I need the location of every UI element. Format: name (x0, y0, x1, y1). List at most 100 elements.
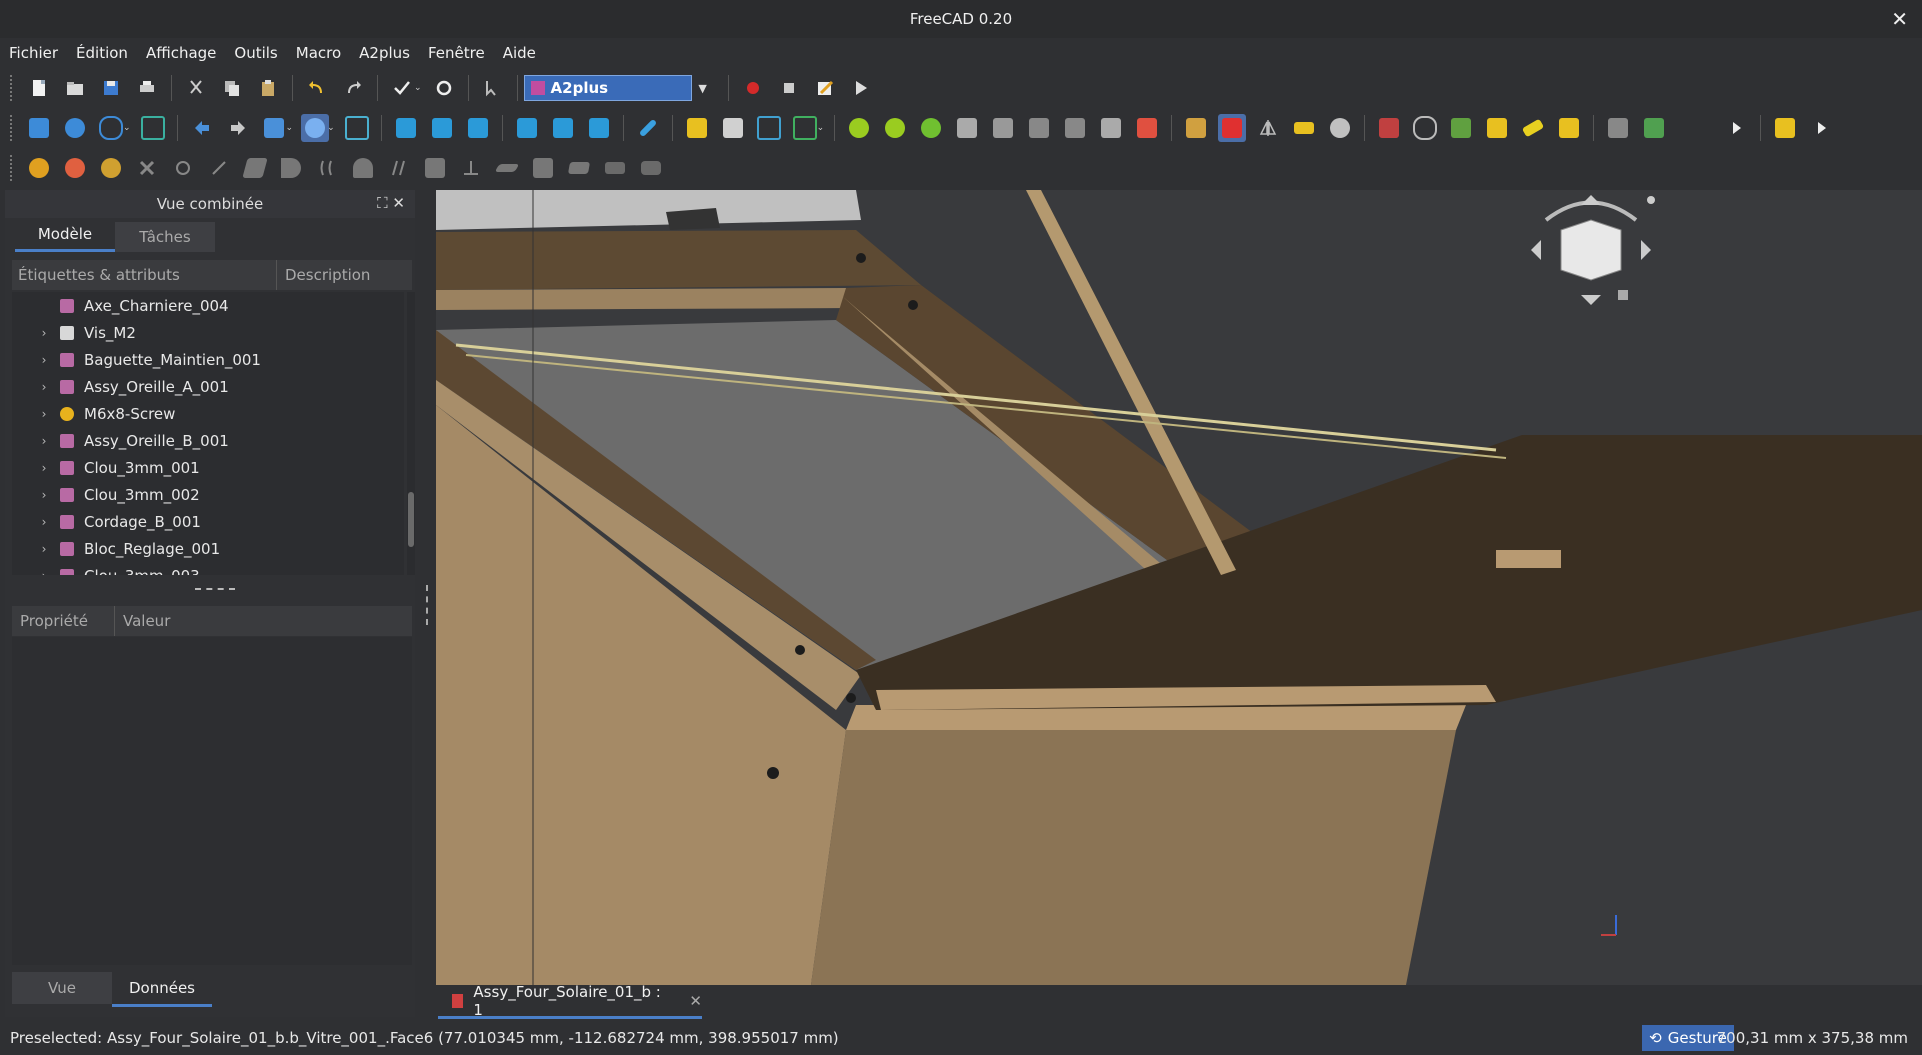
tree-item[interactable]: › Clou_3mm_003 (12, 562, 404, 575)
macro-record-button[interactable] (739, 74, 767, 102)
a2p-explode-button[interactable] (989, 114, 1017, 142)
nav-menu-dot[interactable] (1647, 196, 1655, 204)
tree-item[interactable]: › Baguette_Maintien_001 (12, 346, 404, 373)
scrollbar-thumb[interactable] (408, 492, 414, 547)
refresh-check-button[interactable] (388, 74, 416, 102)
a2p-flip-button[interactable] (1254, 114, 1282, 142)
tool-7-button[interactable] (241, 154, 269, 182)
chevron-down-icon[interactable]: ⌄ (817, 123, 825, 133)
menu-fichier[interactable]: Fichier (0, 44, 67, 62)
expand-arrow-icon[interactable]: › (34, 461, 54, 475)
3d-scene[interactable] (436, 190, 1922, 985)
a2p-shape-button[interactable] (1604, 114, 1632, 142)
fit-selection-button[interactable] (61, 114, 89, 142)
a2p-import-part-button[interactable] (683, 114, 711, 142)
view-right-button[interactable] (464, 114, 492, 142)
toolbar-overflow-button-2[interactable] (1807, 114, 1835, 142)
open-button[interactable] (61, 74, 89, 102)
tree-item[interactable]: › Clou_3mm_001 (12, 454, 404, 481)
a2p-bom-button[interactable] (1447, 114, 1475, 142)
fasteners-button[interactable] (1771, 114, 1799, 142)
nav-arrow-left-icon[interactable] (1531, 240, 1541, 260)
menu-fenetre[interactable]: Fenêtre (419, 44, 494, 62)
tool-12-button[interactable] (421, 154, 449, 182)
tab-donnees[interactable]: Données (112, 972, 212, 1007)
a2p-search-button[interactable] (1411, 114, 1439, 142)
a2p-auto-solve-button[interactable] (1218, 114, 1247, 142)
view-axo-button[interactable] (343, 114, 371, 142)
a2p-constraint-1-button[interactable] (845, 114, 873, 142)
undo-button[interactable] (303, 74, 331, 102)
whats-this-button[interactable] (479, 74, 507, 102)
recompute-button[interactable] (430, 74, 458, 102)
expand-arrow-icon[interactable]: › (34, 353, 54, 367)
a2p-delete-constraints-button[interactable] (1375, 114, 1403, 142)
tree-scrollbar[interactable] (407, 292, 415, 575)
a2p-parts-button[interactable] (1555, 114, 1583, 142)
tool-1-button[interactable] (25, 154, 53, 182)
workbench-selector[interactable]: A2plus ▼ (523, 75, 713, 101)
expand-arrow-icon[interactable]: › (34, 407, 54, 421)
a2p-lock-button[interactable] (1097, 114, 1125, 142)
tree-item[interactable]: › Vis_M2 (12, 319, 404, 346)
paste-button[interactable] (254, 74, 282, 102)
copy-button[interactable] (218, 74, 246, 102)
menu-edition[interactable]: Édition (67, 44, 137, 62)
bounding-box-button[interactable] (139, 114, 167, 142)
a2p-update-button[interactable] (755, 114, 783, 142)
redo-button[interactable] (339, 74, 367, 102)
tool-5-button[interactable] (169, 154, 197, 182)
view-top-button[interactable] (428, 114, 456, 142)
chevron-down-icon[interactable]: ⌄ (286, 123, 294, 133)
panel-controls[interactable]: ⛶ ✕ (377, 194, 405, 212)
dock-splitter[interactable] (426, 585, 431, 625)
tool-2-button[interactable] (61, 154, 89, 182)
macro-stop-button[interactable] (775, 74, 803, 102)
expand-arrow-icon[interactable]: › (34, 488, 54, 502)
tool-17-button[interactable] (601, 154, 629, 182)
expand-arrow-icon[interactable]: › (34, 326, 54, 340)
tool-13-button[interactable] (457, 154, 485, 182)
expand-arrow-icon[interactable]: › (34, 515, 54, 529)
a2p-constraint-3-button[interactable] (917, 114, 945, 142)
chevron-down-icon[interactable]: ⌄ (414, 83, 422, 93)
tool-8-button[interactable] (277, 154, 305, 182)
a2p-label-button[interactable] (1519, 114, 1547, 142)
menu-a2plus[interactable]: A2plus (350, 44, 419, 62)
tree-item[interactable]: Axe_Charniere_004 (12, 292, 404, 319)
menu-outils[interactable]: Outils (225, 44, 286, 62)
view-left-button[interactable] (585, 114, 613, 142)
nav-forward-button[interactable] (224, 114, 252, 142)
tree-item[interactable]: › Assy_Oreille_A_001 (12, 373, 404, 400)
document-tab[interactable]: Assy_Four_Solaire_01_b : 1 ✕ (438, 983, 702, 1019)
a2p-list-button[interactable] (1290, 114, 1318, 142)
a2p-duplicate-button[interactable] (1025, 114, 1053, 142)
navigation-cube[interactable] (1531, 195, 1655, 305)
macro-edit-button[interactable] (811, 74, 839, 102)
nav-back-button[interactable] (188, 114, 216, 142)
chevron-down-icon[interactable]: ▼ (692, 76, 713, 100)
menu-aide[interactable]: Aide (494, 44, 545, 62)
save-button[interactable] (97, 74, 125, 102)
tool-6-button[interactable] (205, 154, 233, 182)
toolbar-overflow-button[interactable] (1722, 114, 1750, 142)
tool-16-button[interactable] (565, 154, 593, 182)
view-front-button[interactable] (392, 114, 420, 142)
expand-arrow-icon[interactable]: › (34, 542, 54, 556)
a2p-edit-button[interactable] (1061, 114, 1089, 142)
measure-button[interactable] (634, 114, 662, 142)
nav-arrow-down-icon[interactable] (1581, 295, 1601, 305)
std-views-button[interactable] (260, 114, 288, 142)
nav-arrow-right-icon[interactable] (1641, 240, 1651, 260)
expand-arrow-icon[interactable]: › (34, 569, 54, 576)
nav-arrow-up-icon[interactable] (1581, 195, 1601, 205)
tool-14-button[interactable] (493, 154, 521, 182)
menu-macro[interactable]: Macro (287, 44, 350, 62)
cut-button[interactable] (182, 74, 210, 102)
tab-taches[interactable]: Tâches (115, 222, 215, 252)
tool-15-button[interactable] (529, 154, 557, 182)
close-tab-button[interactable]: ✕ (689, 992, 702, 1010)
tool-3-button[interactable] (97, 154, 125, 182)
a2p-visibility-button[interactable] (1133, 114, 1161, 142)
view-isometric-button[interactable] (301, 114, 330, 142)
